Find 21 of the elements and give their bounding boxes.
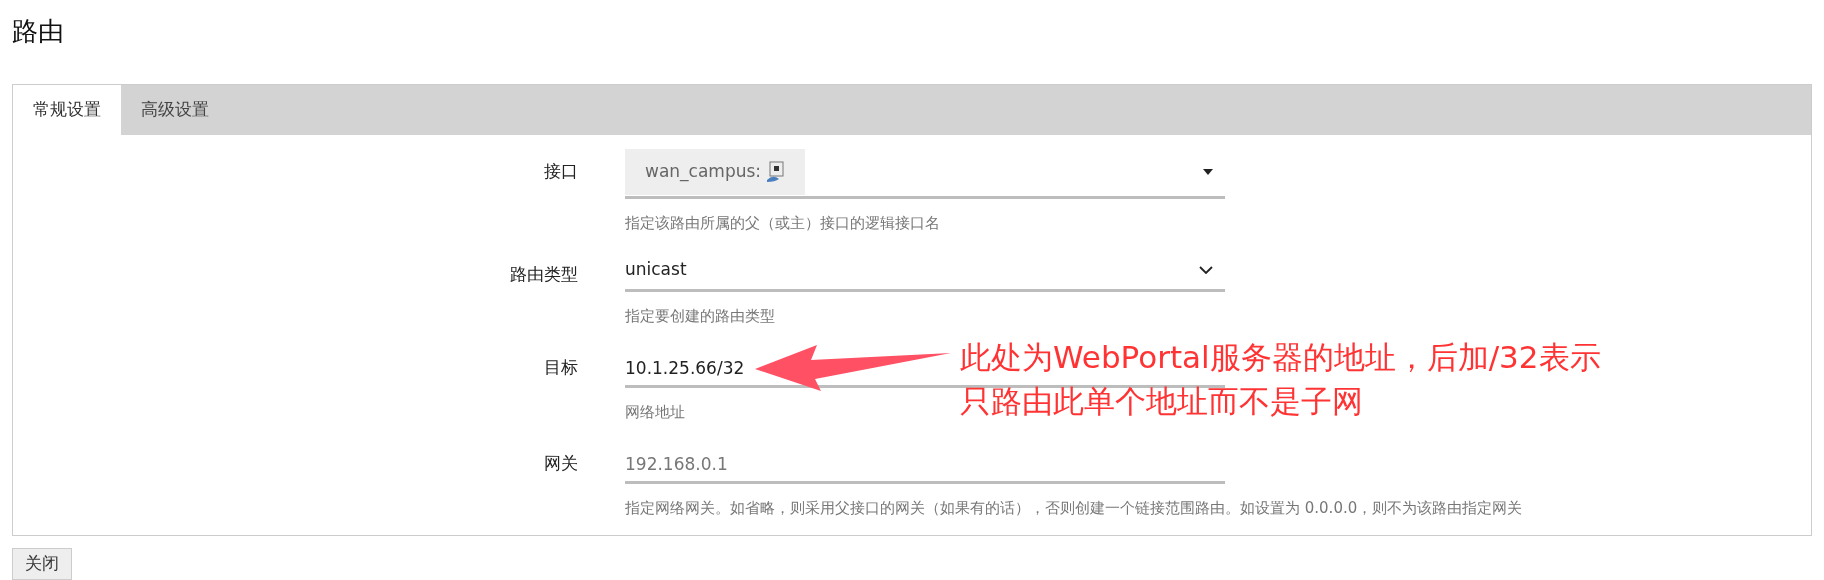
field-description: 指定网络网关。如省略，则采用父接口的网关（如果有的话），否则创建一个链接范围路由。如设置为 0.0.0.0，则不为该路由指定网关 <box>625 499 1523 517</box>
field-label: 目标 <box>544 356 578 379</box>
interface-name: wan_campus: <box>645 159 762 184</box>
field-label: 网关 <box>544 452 578 475</box>
field-label: 接口 <box>544 160 578 183</box>
page-title: 路由 <box>12 15 64 48</box>
chevron-down-icon <box>1199 265 1213 274</box>
text-field[interactable]: 192.168.0.1 <box>625 447 945 481</box>
interface-select[interactable]: wan_campus: <box>625 147 1225 199</box>
field-label: 路由类型 <box>510 263 578 286</box>
dropdown-caret-icon <box>1203 168 1213 175</box>
annotation-text: 此处为WebPortal服务器的地址，后加/32表示 <box>960 338 1601 377</box>
annotation-text: 只路由此单个地址而不是子网 <box>960 382 1364 421</box>
field-description: 指定该路由所属的父（或主）接口的逻辑接口名 <box>625 214 940 232</box>
close-button[interactable]: 关闭 <box>12 548 72 580</box>
network-icon <box>765 160 786 183</box>
text-field[interactable]: 10.1.25.66/32 <box>625 351 945 385</box>
field-description: 指定要创建的路由类型 <box>625 307 775 325</box>
tab[interactable]: 常规设置 <box>13 85 121 135</box>
select-field[interactable]: unicast <box>625 250 1225 292</box>
field-description: 网络地址 <box>625 403 685 421</box>
